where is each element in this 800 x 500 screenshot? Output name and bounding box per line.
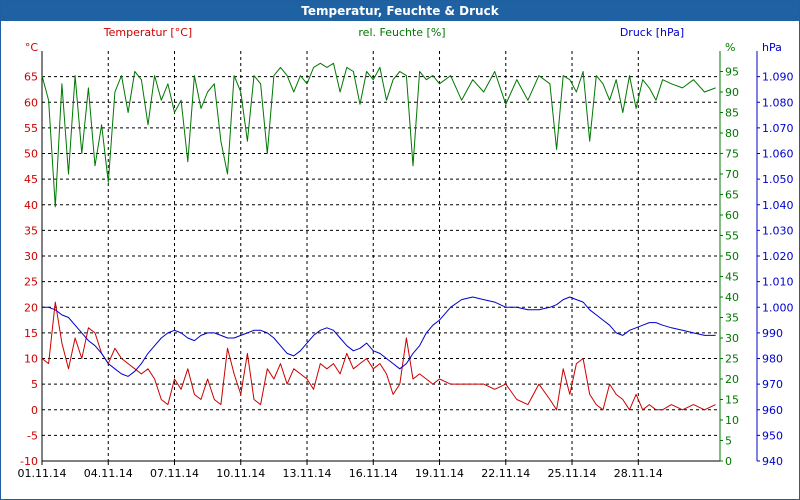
- x-tick-label: 28.11.14: [614, 467, 663, 480]
- humidity-tick-label: 30: [725, 332, 739, 345]
- humidity-tick-label: 35: [725, 312, 739, 325]
- pressure-tick-label: 950: [762, 429, 783, 442]
- pressure-tick-label: 1.020: [762, 250, 794, 263]
- humidity-tick-label: 85: [725, 107, 739, 120]
- pressure-tick-label: 1.010: [762, 276, 794, 289]
- temperature-tick-label: 25: [24, 276, 38, 289]
- pressure-tick-label: 990: [762, 327, 783, 340]
- humidity-tick-label: 25: [725, 353, 739, 366]
- temperature-tick-label: 0: [31, 404, 38, 417]
- humidity-axis-label: rel. Feuchte [%]: [358, 26, 445, 39]
- x-tick-label: 22.11.14: [481, 467, 530, 480]
- humidity-tick-label: 10: [725, 414, 739, 427]
- temperature-line: [41, 301, 716, 411]
- temperature-tick-label: 50: [24, 148, 38, 161]
- x-tick-label: 16.11.14: [349, 467, 398, 480]
- pressure-tick-label: 1.030: [762, 224, 794, 237]
- x-tick-label: 25.11.14: [548, 467, 597, 480]
- temperature-tick-label: 60: [24, 96, 38, 109]
- temperature-tick-label: 15: [24, 327, 38, 340]
- humidity-tick-label: 20: [725, 373, 739, 386]
- humidity-tick-label: 15: [725, 394, 739, 407]
- humidity-tick-label: 70: [725, 168, 739, 181]
- temperature-unit: °C: [25, 41, 39, 54]
- temperature-tick-label: 20: [24, 301, 38, 314]
- x-tick-label: 13.11.14: [283, 467, 332, 480]
- x-tick-label: 01.11.14: [18, 467, 67, 480]
- humidity-tick-label: 45: [725, 271, 739, 284]
- grid: [41, 51, 720, 462]
- temperature-tick-label: 10: [24, 353, 38, 366]
- temperature-axis-label: Temperatur [°C]: [103, 26, 192, 39]
- pressure-tick-label: 940: [762, 455, 783, 468]
- chart-canvas: -10-50510152025303540455055606501.11.14 0…: [18, 26, 794, 480]
- pressure-tick-label: 1.070: [762, 122, 794, 135]
- humidity-tick-label: 40: [725, 291, 739, 304]
- pressure-tick-label: 970: [762, 378, 783, 391]
- humidity-tick-label: 75: [725, 148, 739, 161]
- humidity-tick-label: 0: [725, 455, 732, 468]
- pressure-tick-label: 1.080: [762, 96, 794, 109]
- humidity-tick-label: 50: [725, 250, 739, 263]
- pressure-tick-label: 1.000: [762, 301, 794, 314]
- temperature-tick-label: -5: [27, 429, 38, 442]
- humidity-tick-label: 65: [725, 189, 739, 202]
- humidity-tick-label: 55: [725, 230, 739, 243]
- x-tick-label: 10.11.14: [216, 467, 265, 480]
- humidity-unit: %: [725, 41, 735, 54]
- temperature-tick-label: 40: [24, 199, 38, 212]
- humidity-line: [41, 62, 716, 208]
- pressure-tick-label: 1.050: [762, 173, 794, 186]
- temperature-tick-label: 30: [24, 250, 38, 263]
- humidity-tick-label: 90: [725, 86, 739, 99]
- axis-labels: Temperatur [°C] rel. Feuchte [%] Druck […: [25, 26, 782, 54]
- temperature-tick-label: 65: [24, 71, 38, 84]
- pressure-tick-label: 960: [762, 404, 783, 417]
- pressure-tick-label: 1.090: [762, 71, 794, 84]
- humidity-tick-label: 5: [725, 435, 732, 448]
- humidity-tick-label: 60: [725, 209, 739, 222]
- temperature-tick-label: 5: [31, 378, 38, 391]
- pressure-unit: hPa: [762, 41, 782, 54]
- temperature-tick-label: 45: [24, 173, 38, 186]
- temperature-tick-label: 55: [24, 122, 38, 135]
- humidity-tick-label: 95: [725, 66, 739, 79]
- pressure-tick-label: 1.040: [762, 199, 794, 212]
- x-tick-label: 07.11.14: [150, 467, 199, 480]
- humidity-tick-label: 80: [725, 127, 739, 140]
- pressure-tick-label: 1.060: [762, 148, 794, 161]
- x-tick-label: 04.11.14: [84, 467, 133, 480]
- series-lines: [41, 62, 716, 411]
- temperature-tick-label: 35: [24, 224, 38, 237]
- pressure-axis-label: Druck [hPa]: [620, 26, 684, 39]
- pressure-tick-label: 980: [762, 353, 783, 366]
- x-tick-label: 19.11.14: [415, 467, 464, 480]
